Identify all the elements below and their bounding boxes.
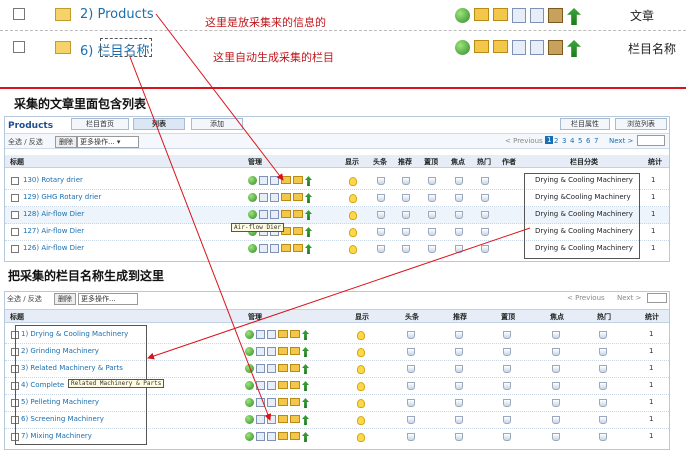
- annotation-arrows: [129, 13, 531, 421]
